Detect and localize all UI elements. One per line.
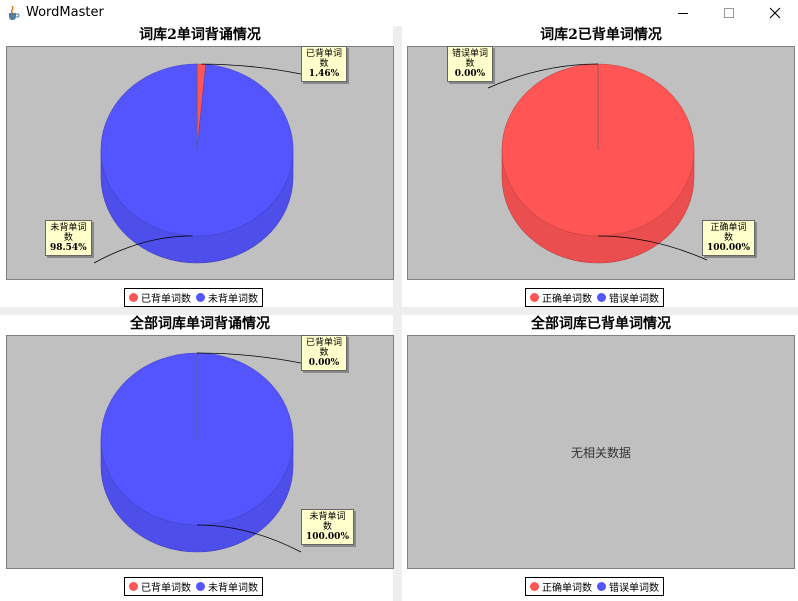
label-text: 已背单词数 xyxy=(306,338,343,358)
legend-label: 未背单词数 xyxy=(208,294,258,305)
chart-legend: 已背单词数 未背单词数 xyxy=(124,288,263,307)
chart-legend: 正确单词数 错误单词数 xyxy=(525,288,664,307)
chart-panel-lib2-progress: 词库2单词背诵情况 已背单词数 1.46% 未背单词数 98.54% 已背单词数… xyxy=(6,27,394,307)
title-bar: WordMaster xyxy=(0,0,798,26)
window-title: WordMaster xyxy=(26,5,104,20)
legend-item: 已背单词数 xyxy=(129,290,191,305)
legend-label: 错误单词数 xyxy=(609,294,659,305)
slice-label-learned: 已背单词数 0.00% xyxy=(301,335,347,371)
legend-dot-icon xyxy=(597,293,606,302)
label-percent: 100.00% xyxy=(707,243,750,253)
legend-label: 未背单词数 xyxy=(208,583,258,594)
legend-label: 已背单词数 xyxy=(141,294,191,305)
legend-label: 正确单词数 xyxy=(542,583,592,594)
legend-dot-icon xyxy=(129,582,138,591)
legend-item: 未背单词数 xyxy=(196,290,258,305)
no-data-message: 无相关数据 xyxy=(570,445,631,460)
slice-label-unlearned: 未背单词数 100.00% xyxy=(301,509,354,545)
close-button[interactable] xyxy=(752,0,798,26)
chart-legend: 正确单词数 错误单词数 xyxy=(525,577,664,596)
legend-item: 未背单词数 xyxy=(196,579,258,594)
legend-dot-icon xyxy=(196,293,205,302)
legend-dot-icon xyxy=(597,582,606,591)
chart-title: 词库2已背单词情况 xyxy=(540,27,662,43)
slice-label-correct: 正确单词数 100.00% xyxy=(702,220,755,256)
chart-panel-all-accuracy: 全部词库已背单词情况 无相关数据 正确单词数 错误单词数 xyxy=(407,316,795,596)
legend-label: 正确单词数 xyxy=(542,294,592,305)
chart-legend: 已背单词数 未背单词数 xyxy=(124,577,263,596)
chart-panel-all-progress: 全部词库单词背诵情况 已背单词数 0.00% 未背单词数 100.00% 已背单… xyxy=(6,316,394,596)
legend-label: 错误单词数 xyxy=(609,583,659,594)
maximize-button[interactable] xyxy=(706,0,752,26)
label-text: 未背单词数 xyxy=(309,512,346,532)
legend-label: 已背单词数 xyxy=(141,583,191,594)
slice-label-learned: 已背单词数 1.46% xyxy=(301,46,347,82)
maximize-icon xyxy=(724,8,734,18)
legend-item: 错误单词数 xyxy=(597,290,659,305)
minimize-icon xyxy=(678,13,688,14)
legend-dot-icon xyxy=(530,582,539,591)
legend-item: 已背单词数 xyxy=(129,579,191,594)
chart-panel-lib2-accuracy: 词库2已背单词情况 错误单词数 0.00% 正确单词数 100.00% 正确单词… xyxy=(407,27,795,307)
minimize-button[interactable] xyxy=(660,0,706,26)
legend-item: 正确单词数 xyxy=(530,579,592,594)
chart-title: 全部词库单词背诵情况 xyxy=(130,316,270,332)
slice-label-unlearned: 未背单词数 98.54% xyxy=(45,220,92,256)
label-text: 正确单词数 xyxy=(710,223,747,243)
label-percent: 0.00% xyxy=(308,358,340,368)
dashboard: 词库2单词背诵情况 已背单词数 1.46% 未背单词数 98.54% 已背单词数… xyxy=(0,26,798,601)
legend-item: 错误单词数 xyxy=(597,579,659,594)
label-text: 未背单词数 xyxy=(50,223,87,243)
label-text: 已背单词数 xyxy=(306,49,343,69)
chart-title: 词库2单词背诵情况 xyxy=(139,27,261,43)
label-text: 错误单词数 xyxy=(452,49,489,69)
legend-dot-icon xyxy=(530,293,539,302)
close-icon xyxy=(769,7,781,19)
horizontal-divider xyxy=(0,307,798,315)
label-percent: 1.46% xyxy=(308,69,340,79)
chart-title: 全部词库已背单词情况 xyxy=(531,316,671,332)
legend-dot-icon xyxy=(129,293,138,302)
java-cup-icon xyxy=(9,5,20,20)
label-percent: 0.00% xyxy=(454,69,486,79)
legend-dot-icon xyxy=(196,582,205,591)
label-percent: 98.54% xyxy=(50,243,87,253)
plot-area: 无相关数据 xyxy=(407,335,795,569)
label-percent: 100.00% xyxy=(306,532,349,542)
slice-label-wrong: 错误单词数 0.00% xyxy=(447,46,493,82)
legend-item: 正确单词数 xyxy=(530,290,592,305)
